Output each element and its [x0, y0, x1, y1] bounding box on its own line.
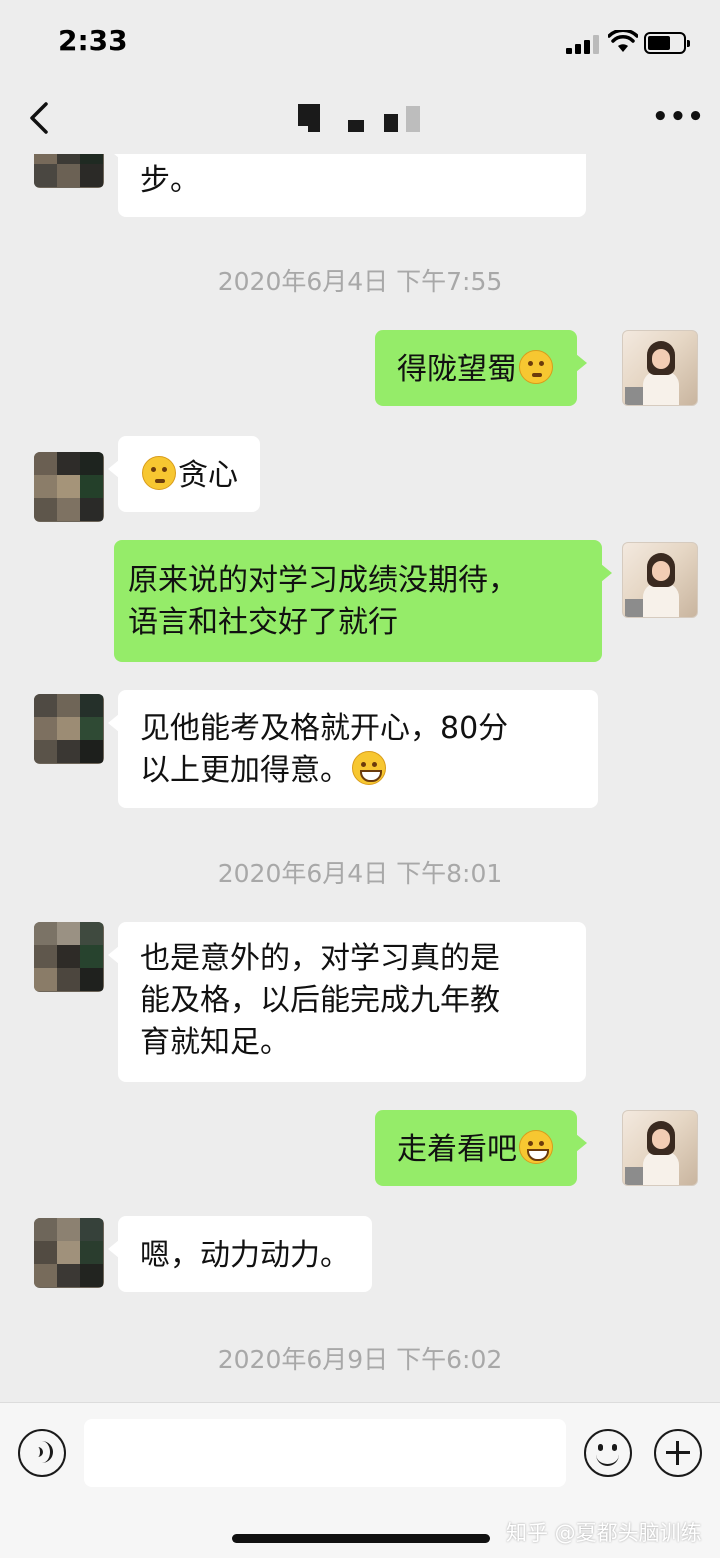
- home-indicator[interactable]: [232, 1534, 490, 1543]
- my-avatar[interactable]: [622, 1110, 698, 1186]
- thinking-emoji-icon: [142, 456, 176, 490]
- timestamp: 2020年6月4日 下午8:01: [217, 859, 503, 888]
- timestamp: 2020年6月9日 下午6:02: [217, 1345, 503, 1374]
- emoji-icon[interactable]: [584, 1429, 632, 1477]
- battery-icon: [644, 32, 690, 54]
- contact-avatar[interactable]: [34, 922, 104, 992]
- contact-name-obscured: [290, 100, 440, 136]
- message-bubble-incoming[interactable]: 也是意外的，对学习真的是 能及格，以后能完成九年教 育就知足。: [108, 922, 586, 1082]
- ellipsis-icon[interactable]: •••: [652, 102, 704, 132]
- my-avatar[interactable]: [622, 330, 698, 406]
- message-text: 得陇望蜀: [397, 352, 517, 387]
- contact-avatar[interactable]: [34, 1218, 104, 1288]
- contact-avatar[interactable]: [34, 452, 104, 522]
- message-bubble-outgoing[interactable]: 走着看吧: [375, 1110, 587, 1186]
- message-bubble-incoming[interactable]: 嗯，动力动力。: [108, 1216, 372, 1292]
- my-avatar[interactable]: [622, 542, 698, 618]
- status-time: 2:33: [58, 24, 128, 57]
- nav-bar: •••: [0, 88, 720, 154]
- message-bubble-incoming[interactable]: 贪心: [108, 436, 260, 512]
- timestamp: 2020年6月4日 下午7:55: [217, 267, 503, 296]
- message-bubble-incoming[interactable]: 步。: [108, 154, 586, 217]
- wifi-icon: [608, 30, 638, 52]
- message-bubble-outgoing[interactable]: 得陇望蜀: [375, 330, 587, 406]
- contact-avatar[interactable]: [34, 154, 104, 188]
- grin-emoji-icon: [352, 751, 386, 785]
- message-input[interactable]: [84, 1419, 566, 1487]
- message-bubble-outgoing[interactable]: 原来说的对学习成绩没期待， 语言和社交好了就行: [114, 540, 612, 662]
- message-text: 贪心: [178, 458, 238, 493]
- contact-avatar[interactable]: [34, 694, 104, 764]
- input-bar: 知乎 @夏都头脑训练: [0, 1402, 720, 1558]
- message-text: 见他能考及格就开心，80分 以上更加得意。: [140, 711, 509, 788]
- plus-icon[interactable]: [654, 1429, 702, 1477]
- voice-icon[interactable]: [18, 1429, 66, 1477]
- cellular-signal-icon: [566, 34, 604, 54]
- grin-emoji-icon: [519, 1130, 553, 1164]
- message-text: 走着看吧: [397, 1132, 517, 1167]
- thinking-emoji-icon: [519, 350, 553, 384]
- status-bar: 2:33: [0, 0, 720, 88]
- chevron-left-icon[interactable]: [22, 98, 58, 138]
- chat-area[interactable]: 步。 2020年6月4日 下午7:55 得陇望蜀 贪心 原来说的对学习成绩没期待…: [0, 154, 720, 1402]
- message-bubble-incoming[interactable]: 见他能考及格就开心，80分 以上更加得意。: [108, 690, 598, 808]
- watermark: 知乎 @夏都头脑训练: [506, 1521, 702, 1545]
